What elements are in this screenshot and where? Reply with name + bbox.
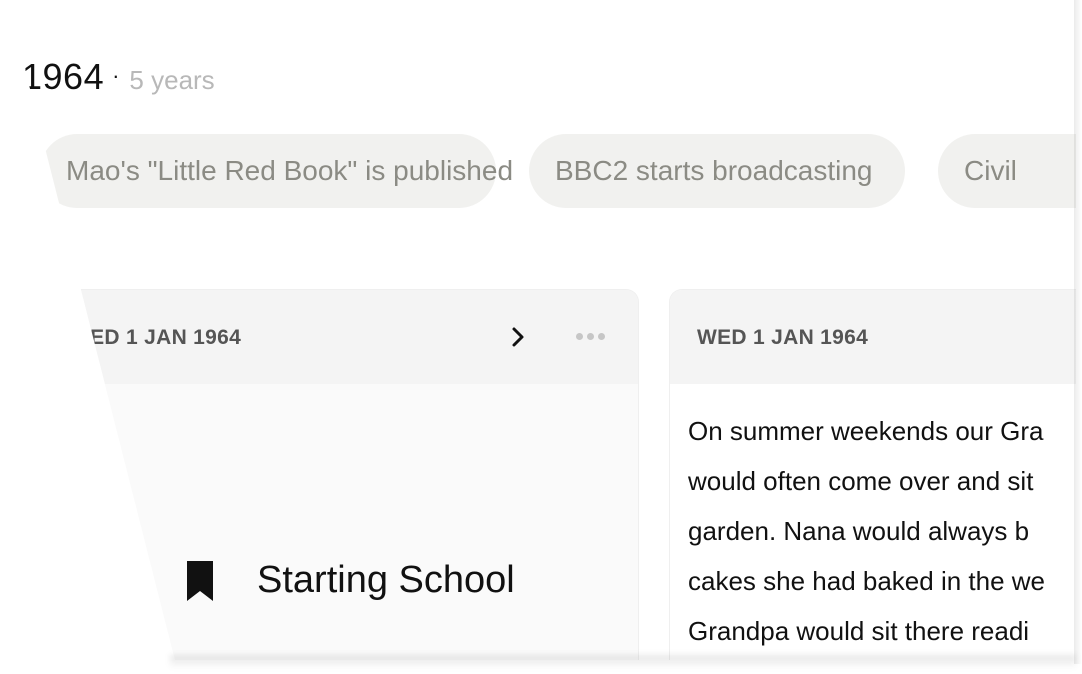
screen-right-shadow: [1074, 0, 1082, 664]
bookmark-icon: [187, 560, 213, 601]
duration-label: 5 years: [129, 65, 215, 95]
year-header: 1964 · 5 years: [22, 56, 215, 98]
world-event-chip[interactable]: Civil: [938, 134, 1076, 208]
story-line: would often come over and sit: [688, 466, 1034, 496]
story-text: On summer weekends our Gra would often c…: [670, 384, 1076, 656]
memory-card-chapter[interactable]: WED 1 JAN 1964 Starting School: [40, 290, 638, 660]
chapter-title: Starting School: [257, 559, 515, 601]
separator-dot: ·: [112, 63, 120, 88]
memory-card-story[interactable]: WED 1 JAN 1964 On summer weekends our Gr…: [670, 290, 1076, 660]
year-title: 1964: [22, 56, 105, 97]
chevron-right-icon[interactable]: [506, 324, 530, 350]
story-line: On summer weekends our Gra: [688, 416, 1044, 446]
card-header: WED 1 JAN 1964: [670, 290, 1076, 384]
story-line: Grandpa would sit there readi: [688, 616, 1030, 646]
world-event-label: Civil: [964, 155, 1017, 186]
app-screen: 1964 · 5 years Mao's "Little Red Book" i…: [10, 0, 1076, 660]
more-options-icon[interactable]: [570, 323, 610, 349]
world-events-list: Mao's "Little Red Book" is published BBC…: [40, 134, 1076, 208]
world-event-label: Mao's "Little Red Book" is published: [66, 155, 514, 186]
world-event-label: BBC2 starts broadcasting: [555, 155, 873, 186]
card-body: Starting School: [40, 384, 638, 660]
world-event-chip[interactable]: Mao's "Little Red Book" is published: [40, 134, 513, 208]
card-date: WED 1 JAN 1964: [697, 326, 869, 349]
screen-bottom-shadow: [170, 655, 1076, 669]
chapter-heading: Starting School: [185, 559, 515, 602]
story-line: garden. Nana would always b: [688, 516, 1030, 546]
card-date: WED 1 JAN 1964: [70, 326, 242, 349]
card-header: WED 1 JAN 1964: [40, 290, 638, 384]
world-event-chip[interactable]: BBC2 starts broadcasting: [529, 134, 905, 208]
story-line: cakes she had baked in the we: [688, 566, 1046, 596]
